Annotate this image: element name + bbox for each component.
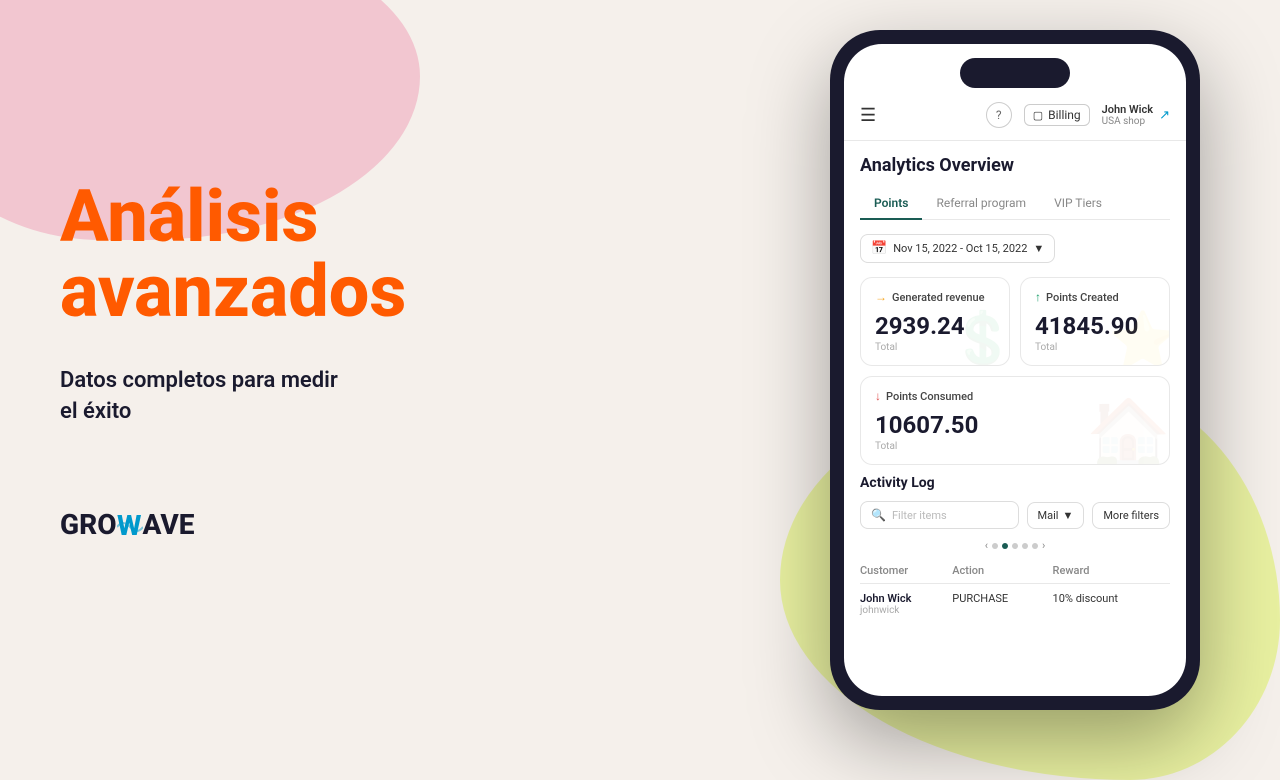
arrow-down-icon: ↓ <box>875 389 881 403</box>
stat-card-points-created: ↑ Points Created 41845.90 Total ⭐ <box>1020 277 1170 366</box>
date-range-picker[interactable]: 📅 Nov 15, 2022 - Oct 15, 2022 ▼ <box>860 234 1055 263</box>
billing-icon: ▢ <box>1033 109 1043 122</box>
activity-table: Customer Action Reward <box>860 560 1170 624</box>
hamburger-icon[interactable]: ☰ <box>860 105 876 126</box>
col-header-reward: Reward <box>1053 560 1170 584</box>
user-info: John Wick USA shop ↗ <box>1102 103 1170 127</box>
col-header-customer: Customer <box>860 560 952 584</box>
phone-screen: ☰ ? ▢ Billing John Wick USA shop ↗ <box>844 44 1186 696</box>
arrow-side-icon: → <box>875 290 887 304</box>
table-cell-action: PURCHASE <box>952 584 1052 625</box>
pagination-dots: ‹ › <box>860 539 1170 552</box>
help-icon[interactable]: ? <box>986 102 1012 128</box>
search-input[interactable]: 🔍 Filter items <box>860 501 1019 529</box>
growave-logo: GRO W AVE <box>60 508 620 542</box>
app-content: Analytics Overview Points Referral progr… <box>844 141 1186 696</box>
subtext: Datos completos para medir el éxito <box>60 366 620 428</box>
table-cell-customer: John Wick johnwick <box>860 584 952 625</box>
logo-ave: AVE <box>143 508 195 541</box>
filter-chevron-icon: ▼ <box>1062 509 1073 522</box>
pagination-prev[interactable]: ‹ <box>985 539 988 552</box>
pagination-dot-4[interactable] <box>1022 543 1028 549</box>
logo-gro: GRO <box>60 508 117 541</box>
tab-points[interactable]: Points <box>860 188 922 220</box>
external-link-icon[interactable]: ↗ <box>1159 108 1170 123</box>
activity-log-section: Activity Log 🔍 Filter items Mail ▼ More … <box>860 475 1170 624</box>
stats-grid: → Generated revenue 2939.24 Total 💲 ↑ Po… <box>860 277 1170 465</box>
header-right: ? ▢ Billing John Wick USA shop ↗ <box>986 102 1170 128</box>
col-header-action: Action <box>952 560 1052 584</box>
stat-bg-icon-points-consumed: 🏠 <box>1086 394 1170 465</box>
pagination-dot-5[interactable] <box>1032 543 1038 549</box>
user-details: John Wick USA shop <box>1102 103 1153 127</box>
tab-referral[interactable]: Referral program <box>922 188 1040 220</box>
tab-vip-tiers[interactable]: VIP Tiers <box>1040 188 1116 220</box>
billing-button[interactable]: ▢ Billing <box>1024 104 1090 126</box>
stat-label-points-created: ↑ Points Created <box>1035 290 1155 304</box>
page-title: Analytics Overview <box>860 155 1170 176</box>
pagination-dot-1[interactable] <box>992 543 998 549</box>
table-row: John Wick johnwick PURCHASE 10% discount <box>860 584 1170 625</box>
stat-label-revenue: → Generated revenue <box>875 290 995 304</box>
more-filters-button[interactable]: More filters <box>1092 502 1170 529</box>
left-section: Análisis avanzados Datos completos para … <box>60 0 620 720</box>
search-icon: 🔍 <box>871 508 886 522</box>
activity-log-title: Activity Log <box>860 475 1170 491</box>
headline: Análisis avanzados <box>60 179 620 330</box>
phone-outer: ☰ ? ▢ Billing John Wick USA shop ↗ <box>830 30 1200 710</box>
stat-bg-icon-revenue: 💲 <box>949 309 1010 366</box>
user-shop: USA shop <box>1102 116 1153 127</box>
svg-text:W: W <box>117 511 142 539</box>
arrow-up-icon: ↑ <box>1035 290 1041 304</box>
pagination-next[interactable]: › <box>1042 539 1045 552</box>
pagination-dot-3[interactable] <box>1012 543 1018 549</box>
tabs-bar: Points Referral program VIP Tiers <box>860 188 1170 220</box>
filters-row: 🔍 Filter items Mail ▼ More filters <box>860 501 1170 529</box>
pagination-dot-2[interactable] <box>1002 543 1008 549</box>
table-cell-reward: 10% discount <box>1053 584 1170 625</box>
chevron-down-icon: ▼ <box>1033 242 1044 255</box>
calendar-icon: 📅 <box>871 241 887 256</box>
customer-name: John Wick <box>860 592 952 605</box>
stat-card-generated-revenue: → Generated revenue 2939.24 Total 💲 <box>860 277 1010 366</box>
stat-bg-icon-points-created: ⭐ <box>1109 309 1170 366</box>
logo-w: W <box>117 508 143 542</box>
user-name: John Wick <box>1102 103 1153 116</box>
stat-card-points-consumed: ↓ Points Consumed 10607.50 Total 🏠 <box>860 376 1170 465</box>
phone-mockup: ☰ ? ▢ Billing John Wick USA shop ↗ <box>830 30 1200 710</box>
mail-filter-button[interactable]: Mail ▼ <box>1027 502 1085 529</box>
dynamic-island <box>960 58 1070 88</box>
customer-email: johnwick <box>860 605 952 616</box>
